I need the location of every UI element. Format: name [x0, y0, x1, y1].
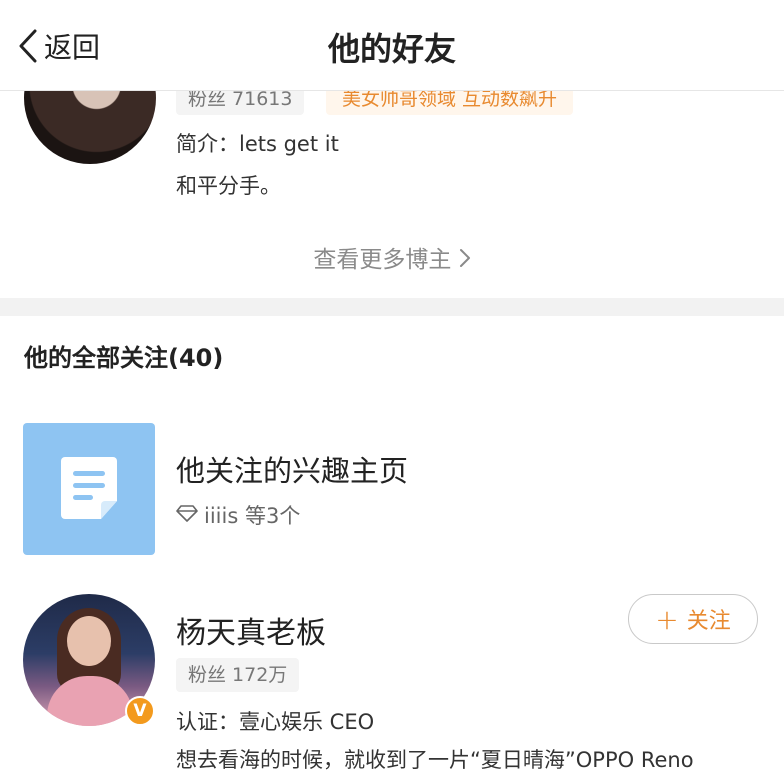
follow-button[interactable]: + 关注 — [628, 594, 758, 644]
fans-count-badge: 粉丝 172万 — [176, 658, 300, 692]
list-item: V 杨天真老板 + 关注 粉丝 172万 认证：壹心娱乐 CEO 想去看海的时候… — [0, 590, 784, 772]
trending-tag-badge: 美女帅哥领域 互动数飙升 — [326, 90, 574, 115]
document-icon — [59, 455, 119, 525]
diamond-icon — [176, 503, 204, 527]
fans-count-badge: 粉丝 71613 — [176, 90, 305, 115]
follow-label: 关注 — [686, 609, 731, 634]
chevron-right-icon — [459, 247, 471, 273]
plus-icon: + — [655, 602, 679, 636]
avatar[interactable] — [24, 90, 156, 164]
blogger-card: 粉丝 71613 美女帅哥领域 互动数飙升 简介：lets get it 和平分… — [0, 90, 784, 298]
interest-pages-row[interactable]: 他关注的兴趣主页 iiiis 等3个 — [0, 412, 784, 564]
verification-info: 认证：壹心娱乐 CEO — [176, 710, 375, 734]
interest-pages-summary: iiiis 等3个 — [204, 504, 301, 528]
interest-pages-subtitle: iiiis 等3个 — [176, 500, 300, 530]
user-latest-post: 想去看海的时候，就收到了一片“夏日晴海”OPPO Reno — [176, 748, 694, 772]
more-bloggers-link[interactable]: 查看更多博主 — [0, 240, 784, 274]
verified-icon: V — [125, 696, 155, 726]
interest-page-tile — [23, 423, 155, 555]
blogger-intro: 简介：lets get it — [176, 132, 339, 156]
more-bloggers-label: 查看更多博主 — [313, 247, 452, 273]
following-section-title: 他的全部关注(40) — [24, 344, 224, 372]
section-divider — [0, 298, 784, 316]
top-nav-bar: 返回 他的好友 — [0, 0, 784, 91]
interest-pages-title: 他关注的兴趣主页 — [176, 454, 409, 488]
blogger-latest-post: 和平分手。 — [176, 174, 281, 198]
user-name[interactable]: 杨天真老板 — [176, 608, 326, 652]
page-title: 他的好友 — [327, 30, 456, 68]
